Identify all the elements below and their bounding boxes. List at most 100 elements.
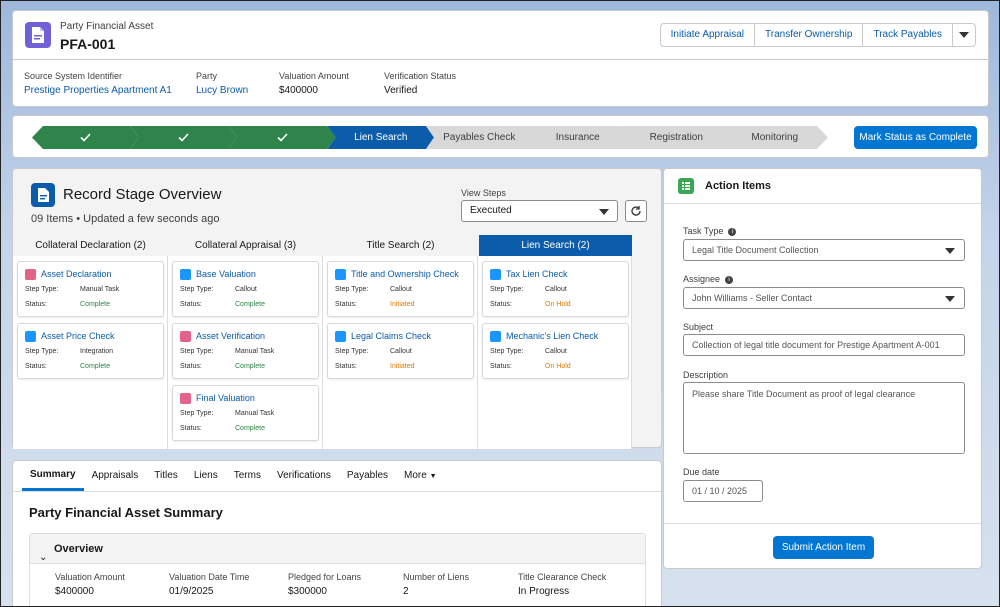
step-status-label: Status: <box>180 301 202 308</box>
path-step-label: Payables Check <box>443 132 516 143</box>
path-step-1[interactable] <box>32 126 139 149</box>
stage-column: Title and Ownership Check Step Type: Callo… <box>323 256 478 449</box>
tab-terms[interactable]: Terms <box>226 461 269 491</box>
overview-title: Overview <box>54 543 103 555</box>
step-status-label: Status: <box>25 363 47 370</box>
field-title-clearance: Title Clearance Check In Progress <box>518 572 606 597</box>
step-name-link[interactable]: Legal Claims Check <box>351 331 431 341</box>
step-status-label: Status: <box>490 363 512 370</box>
step-tile[interactable]: Legal Claims Check Step Type: Callout Statu… <box>327 323 474 379</box>
view-steps-value: Executed <box>470 205 512 216</box>
step-tile[interactable]: Final Valuation Step Type: Manual Task Stat… <box>172 385 319 441</box>
tab-appraisals[interactable]: Appraisals <box>84 461 147 491</box>
description-textarea[interactable]: Please share Title Document as proof of … <box>683 382 965 454</box>
path-step-6[interactable]: Insurance <box>525 126 632 149</box>
record-icon <box>25 22 51 48</box>
step-name-link[interactable]: Title and Ownership Check <box>351 269 459 279</box>
stage-column-header[interactable]: Collateral Declaration (2) <box>13 235 168 256</box>
field-number-of-liens: Number of Liens 2 <box>403 572 469 597</box>
step-status-label: Status: <box>490 301 512 308</box>
step-status-value: On Hold <box>545 301 571 308</box>
step-tile[interactable]: Asset Verification Step Type: Manual Task S… <box>172 323 319 379</box>
chevron-down-icon <box>945 248 955 254</box>
field-value: $400000 <box>55 586 94 597</box>
check-icon <box>80 133 91 142</box>
view-steps-select[interactable]: Executed <box>461 200 618 222</box>
step-tile[interactable]: Asset Declaration Step Type: Manual Task St… <box>17 261 164 317</box>
due-date-input[interactable]: 01 / 10 / 2025 <box>683 480 763 502</box>
tab-summary[interactable]: Summary <box>22 461 84 491</box>
step-name-link[interactable]: Asset Declaration <box>41 269 112 279</box>
track-payables-button[interactable]: Track Payables <box>863 24 953 46</box>
record-stage-overview: Record Stage Overview 09 Items • Updated… <box>12 168 662 449</box>
step-type-label: Step Type: <box>180 286 214 293</box>
stage-column-header[interactable]: Title Search (2) <box>323 235 478 256</box>
tab-verifications[interactable]: Verifications <box>269 461 339 491</box>
stage-column-header[interactable]: Collateral Appraisal (3) <box>168 235 323 256</box>
object-type-label: Party Financial Asset <box>60 21 154 32</box>
path-step-8[interactable]: Monitoring <box>722 126 829 149</box>
refresh-button[interactable] <box>625 200 647 222</box>
subject-input[interactable]: Collection of legal title document for P… <box>683 334 965 356</box>
field-valuation-date: Valuation Date Time 01/9/2025 <box>169 572 249 597</box>
transfer-ownership-button[interactable]: Transfer Ownership <box>755 24 864 46</box>
mark-status-complete-button[interactable]: Mark Status as Complete <box>854 126 977 149</box>
detail-section: Summary Appraisals Titles Liens Terms Ve… <box>12 460 662 606</box>
refresh-icon <box>631 206 641 216</box>
step-tile[interactable]: Tax Lien Check Step Type: Callout Status: On… <box>482 261 629 317</box>
party-link[interactable]: Lucy Brown <box>196 85 248 96</box>
overview-section: ⌄ Overview Valuation Amount $400000 Valu… <box>29 533 646 606</box>
chevron-down-icon: ▼ <box>429 473 437 480</box>
step-name-link[interactable]: Base Valuation <box>196 269 256 279</box>
step-status-value: Complete <box>235 425 265 432</box>
path-step-7[interactable]: Registration <box>623 126 730 149</box>
overview-header[interactable]: ⌄ Overview <box>30 534 645 564</box>
step-name-link[interactable]: Final Valuation <box>196 393 255 403</box>
path-step-5[interactable]: Payables Check <box>426 126 533 149</box>
step-tile[interactable]: Mechanic's Lien Check Step Type: Callout St… <box>482 323 629 379</box>
step-tile[interactable]: Base Valuation Step Type: Callout Status: Co… <box>172 261 319 317</box>
path-step-label: Lien Search <box>354 132 408 143</box>
info-icon: i <box>725 275 734 284</box>
initiate-appraisal-button[interactable]: Initiate Appraisal <box>661 24 756 46</box>
task-type-label: Task Type i <box>683 226 737 236</box>
step-tile[interactable]: Asset Price Check Step Type: Integration St… <box>17 323 164 379</box>
callout-icon <box>335 331 346 342</box>
highlights-panel: Source System Identifier Prestige Proper… <box>12 60 989 107</box>
submit-action-item-button[interactable]: Submit Action Item <box>773 536 874 559</box>
field-label: Valuation Amount <box>55 572 125 582</box>
task-type-select[interactable]: Legal Title Document Collection <box>683 239 965 261</box>
source-system-link[interactable]: Prestige Properties Apartment A1 <box>24 85 172 96</box>
step-status-label: Status: <box>25 301 47 308</box>
step-name-link[interactable]: Asset Verification <box>196 331 265 341</box>
divider <box>664 203 981 204</box>
highlight-value: Verified <box>384 85 418 96</box>
chevron-down-icon <box>959 32 969 38</box>
stage-column: Asset Declaration Step Type: Manual Task St… <box>13 256 168 449</box>
path-step-2[interactable] <box>131 126 238 149</box>
stage-column: Base Valuation Step Type: Callout Status: Co… <box>168 256 323 449</box>
check-icon <box>178 133 189 142</box>
tab-liens[interactable]: Liens <box>186 461 226 491</box>
tab-payables[interactable]: Payables <box>339 461 396 491</box>
tab-more[interactable]: More ▼ <box>396 461 445 491</box>
step-type-label: Step Type: <box>180 348 214 355</box>
path-step-3[interactable] <box>229 126 336 149</box>
step-tile[interactable]: Title and Ownership Check Step Type: Callo… <box>327 261 474 317</box>
due-date-value: 01 / 10 / 2025 <box>692 486 748 496</box>
step-type-value: Callout <box>390 348 412 355</box>
more-actions-dropdown[interactable] <box>953 24 975 46</box>
step-type-value: Integration <box>80 348 114 355</box>
path-step-4[interactable]: Lien Search <box>328 126 435 149</box>
highlight-source-system: Source System Identifier Prestige Proper… <box>24 71 172 96</box>
stage-column-header[interactable]: Lien Search (2) <box>479 235 632 256</box>
step-name-link[interactable]: Asset Price Check <box>41 331 115 341</box>
step-name-link[interactable]: Mechanic's Lien Check <box>506 331 598 341</box>
step-type-label: Step Type: <box>490 348 524 355</box>
tab-titles[interactable]: Titles <box>146 461 186 491</box>
step-type-value: Manual Task <box>235 348 275 355</box>
step-status-value: Initiated <box>390 363 415 370</box>
callout-icon <box>490 331 501 342</box>
assignee-select[interactable]: John Williams - Seller Contact <box>683 287 965 309</box>
step-name-link[interactable]: Tax Lien Check <box>506 269 568 279</box>
